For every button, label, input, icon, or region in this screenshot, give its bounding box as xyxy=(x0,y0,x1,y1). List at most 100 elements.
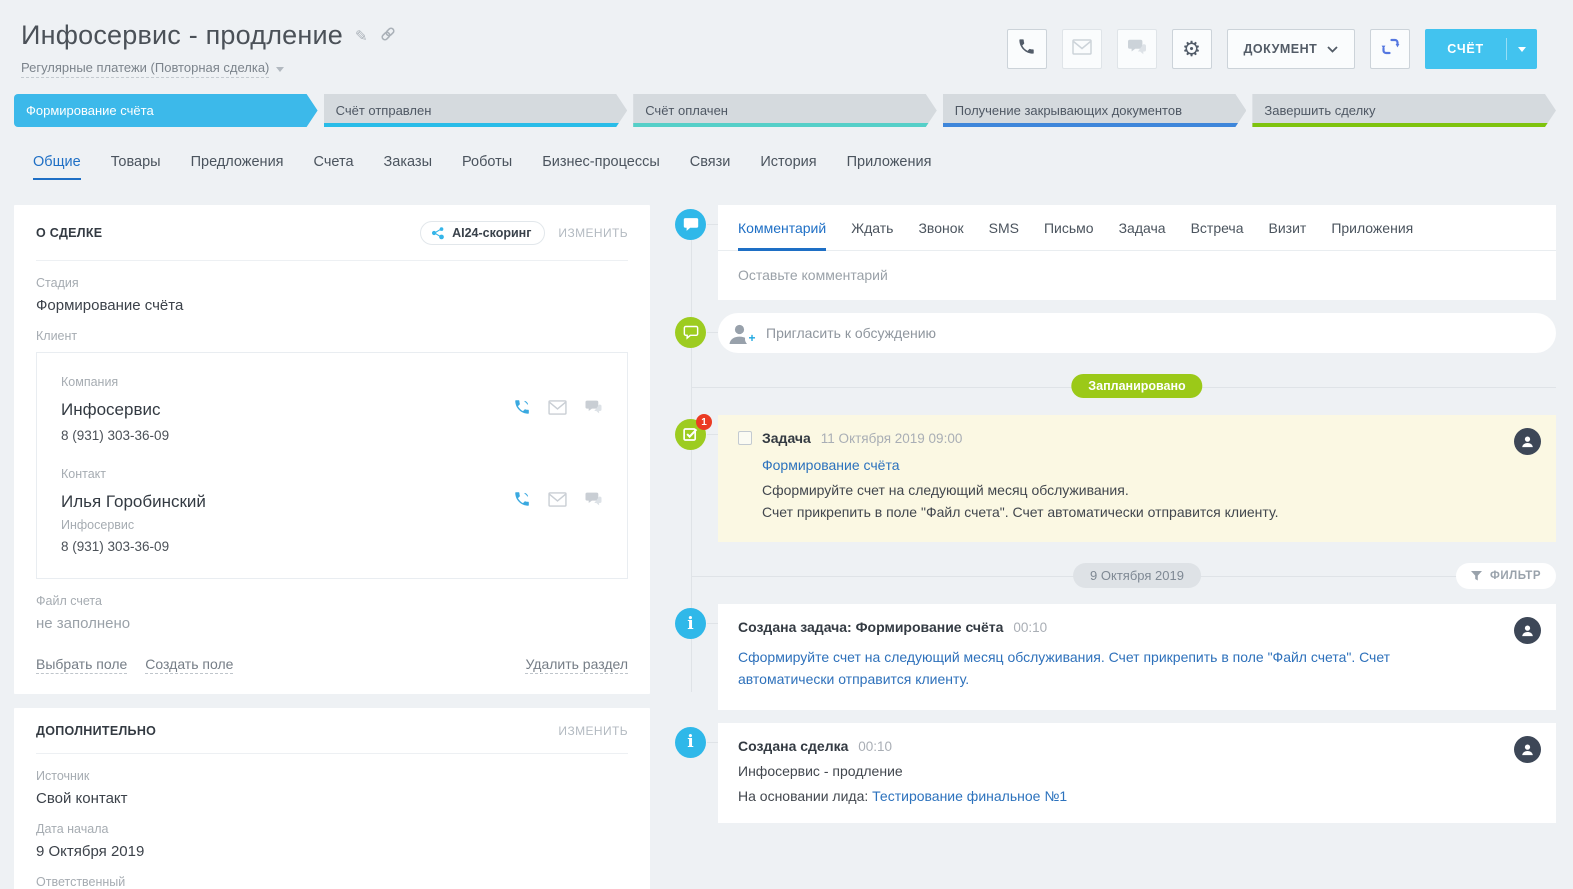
history-deal-name: Инфосервис - продление xyxy=(738,763,1536,779)
stage-invoice-forming[interactable]: Формирование счёта xyxy=(14,94,318,127)
tab-robots[interactable]: Роботы xyxy=(462,154,512,180)
planned-separator: Запланировано xyxy=(718,374,1556,400)
history-card: Создана задача: Формирование счёта 00:10… xyxy=(718,604,1556,709)
start-date-label: Дата начала xyxy=(36,822,628,836)
invite-to-discussion[interactable]: + Пригласить к обсуждению xyxy=(718,313,1556,353)
settings-button[interactable]: ⚙ xyxy=(1172,29,1212,69)
composer-tab-sms[interactable]: SMS xyxy=(989,220,1019,251)
section-title: О СДЕЛКЕ xyxy=(36,226,102,240)
tab-general[interactable]: Общие xyxy=(33,154,81,180)
document-button-label: ДОКУМЕНТ xyxy=(1244,42,1318,56)
date-separator: 9 Октября 2019 ФИЛЬТР xyxy=(718,563,1556,589)
task-card: Задача 11 Октября 2019 09:00 Формировани… xyxy=(718,415,1556,542)
stage-invoice-paid[interactable]: Счёт оплачен xyxy=(633,94,937,127)
call-company-icon[interactable] xyxy=(513,398,531,421)
history-title: Создана сделка xyxy=(738,738,848,754)
company-phone[interactable]: 8 (931) 303-36-09 xyxy=(61,428,603,443)
ai-scoring-button[interactable]: AI24-скоринг xyxy=(420,221,545,245)
source-value: Свой контакт xyxy=(36,790,628,807)
deal-category[interactable]: Регулярные платежи (Повторная сделка) xyxy=(21,60,269,78)
email-contact-icon[interactable] xyxy=(548,492,567,512)
avatar[interactable] xyxy=(1514,617,1541,644)
task-description-line1: Сформируйте счет на следующий месяц обсл… xyxy=(762,480,1536,502)
composer-tab-meeting[interactable]: Встреча xyxy=(1191,220,1244,251)
invoice-button[interactable]: СЧЁТ xyxy=(1425,29,1537,69)
plus-icon: + xyxy=(745,332,759,346)
invoice-dropdown-button[interactable] xyxy=(1507,47,1537,52)
filter-button-label: ФИЛЬТР xyxy=(1490,570,1541,582)
task-checkbox[interactable] xyxy=(738,431,752,445)
contact-phone[interactable]: 8 (931) 303-36-09 xyxy=(61,539,603,554)
select-field-link[interactable]: Выбрать поле xyxy=(36,656,127,674)
document-button[interactable]: ДОКУМЕНТ xyxy=(1227,29,1356,69)
tab-quotes[interactable]: Предложения xyxy=(191,154,284,180)
tab-applications[interactable]: Приложения xyxy=(847,154,932,180)
stage-invoice-sent[interactable]: Счёт отправлен xyxy=(324,94,628,127)
composer-tab-email[interactable]: Письмо xyxy=(1044,220,1094,251)
info-icon: i xyxy=(675,608,706,639)
composer-tab-visit[interactable]: Визит xyxy=(1269,220,1307,251)
client-field-label: Клиент xyxy=(36,329,628,343)
task-type-label: Задача xyxy=(762,430,811,446)
chat-contact-icon[interactable] xyxy=(584,491,603,512)
contact-company: Инфосервис xyxy=(61,518,603,532)
pipeline-stage-bar: Формирование счёта Счёт отправлен Счёт о… xyxy=(14,94,1556,127)
filter-button[interactable]: ФИЛЬТР xyxy=(1456,563,1556,589)
start-date-value: 9 Октября 2019 xyxy=(36,843,628,860)
comment-composer: Комментарий Ждать Звонок SMS Письмо Зада… xyxy=(718,205,1556,300)
invoice-file-label: Файл счета xyxy=(36,594,628,608)
edit-section-link[interactable]: изменить xyxy=(558,226,628,240)
composer-tab-comment[interactable]: Комментарий xyxy=(738,220,826,251)
page-header: Инфосервис - продление ✎ Регулярные плат… xyxy=(0,0,1573,78)
filter-icon xyxy=(1471,571,1482,581)
link-icon[interactable] xyxy=(380,26,396,46)
tab-history[interactable]: История xyxy=(760,154,816,180)
history-lead-prefix: На основании лида: xyxy=(738,788,872,804)
company-name-link[interactable]: Инфосервис xyxy=(61,400,161,420)
task-check-icon: 1 xyxy=(675,419,706,450)
call-contact-icon[interactable] xyxy=(513,490,531,513)
history-time: 00:10 xyxy=(1013,620,1047,635)
email-company-icon[interactable] xyxy=(548,400,567,420)
automation-button[interactable] xyxy=(1370,29,1410,69)
chat-company-icon[interactable] xyxy=(584,399,603,420)
timeline-task: 1 Задача 11 Октября 2019 09:00 Формирова… xyxy=(718,415,1556,542)
composer-tab-applications[interactable]: Приложения xyxy=(1331,220,1413,251)
edit-title-icon[interactable]: ✎ xyxy=(355,27,368,45)
contact-name-link[interactable]: Илья Горобинский xyxy=(61,492,206,512)
call-button[interactable] xyxy=(1007,29,1047,69)
stage-closing-documents[interactable]: Получение закрывающих документов xyxy=(943,94,1247,127)
lead-link[interactable]: Тестирование финальное №1 xyxy=(872,788,1067,804)
page-title: Инфосервис - продление xyxy=(21,20,343,51)
composer-tab-wait[interactable]: Ждать xyxy=(851,220,893,251)
edit-section-link[interactable]: изменить xyxy=(558,724,628,738)
composer-tab-task[interactable]: Задача xyxy=(1119,220,1166,251)
chat-icon xyxy=(1127,38,1147,61)
header-actions: ⚙ ДОКУМЕНТ СЧЁТ xyxy=(1007,29,1537,69)
email-button[interactable] xyxy=(1062,29,1102,69)
create-field-link[interactable]: Создать поле xyxy=(145,656,233,674)
tab-business-processes[interactable]: Бизнес-процессы xyxy=(542,154,660,180)
chat-button[interactable] xyxy=(1117,29,1157,69)
contact-label: Контакт xyxy=(61,467,603,481)
delete-section-link[interactable]: Удалить раздел xyxy=(525,656,628,674)
timeline-history-task-created: i Создана задача: Формирование счёта 00:… xyxy=(718,604,1556,709)
tab-relations[interactable]: Связи xyxy=(690,154,731,180)
comment-input[interactable] xyxy=(718,251,1556,300)
stage-field-label: Стадия xyxy=(36,276,628,290)
avatar[interactable] xyxy=(1514,736,1541,763)
composer-tab-call[interactable]: Звонок xyxy=(918,220,963,251)
notification-badge: 1 xyxy=(696,414,712,430)
stage-close-deal[interactable]: Завершить сделку xyxy=(1252,94,1556,127)
tab-products[interactable]: Товары xyxy=(111,154,161,180)
invite-text: Пригласить к обсуждению xyxy=(766,325,936,341)
phone-icon xyxy=(1017,37,1036,61)
task-title-link[interactable]: Формирование счёта xyxy=(762,457,900,473)
avatar[interactable] xyxy=(1514,428,1541,455)
tab-orders[interactable]: Заказы xyxy=(384,154,432,180)
responsible-label: Ответственный xyxy=(36,875,628,889)
client-box: Компания Инфосервис 8 (931) 303-36-09 Ко… xyxy=(36,352,628,579)
tab-invoices[interactable]: Счета xyxy=(314,154,354,180)
chevron-down-icon xyxy=(1518,47,1526,52)
invoice-button-label[interactable]: СЧЁТ xyxy=(1425,42,1506,56)
